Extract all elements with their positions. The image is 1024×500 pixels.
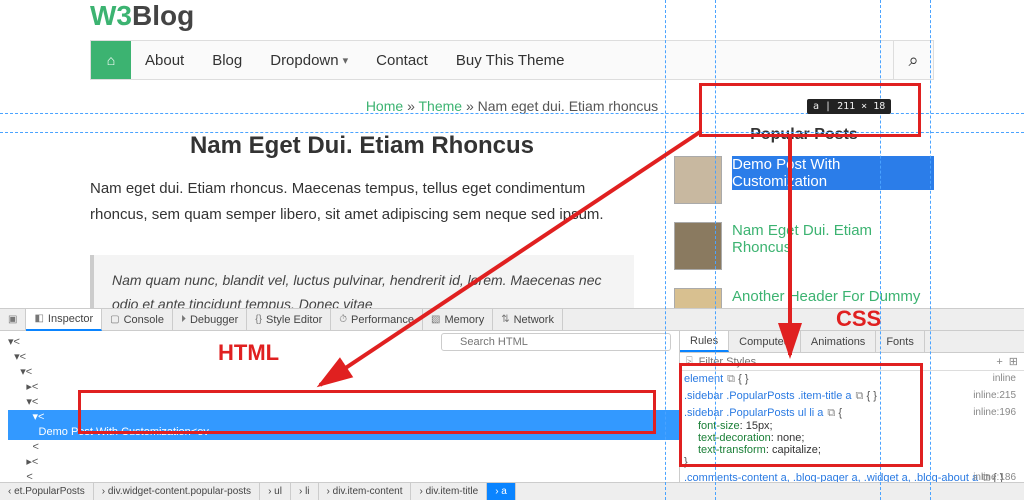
arrow	[280, 130, 710, 400]
breadcrumb-theme[interactable]: Theme	[419, 98, 463, 114]
crumb[interactable]: › div.widget-content.popular-posts	[94, 483, 260, 500]
crumb[interactable]: ‹ et.PopularPosts	[0, 483, 94, 500]
console-icon: ▢	[110, 314, 119, 325]
debugger-icon: ⏵	[181, 314, 186, 325]
logo: W3Blog	[90, 0, 934, 32]
nav-item-buy[interactable]: Buy This Theme	[442, 41, 579, 79]
nav-item-contact[interactable]: Contact	[362, 41, 442, 79]
annotation-label-css: CSS	[836, 306, 881, 332]
crumb[interactable]: › div.item-content	[319, 483, 412, 500]
add-rule-icon[interactable]: +	[996, 356, 1002, 368]
breadcrumb-home[interactable]: Home	[366, 98, 403, 114]
home-icon: ⌂	[107, 52, 115, 68]
devtools-tab-inspector[interactable]: ◧Inspector	[26, 309, 102, 331]
crumb[interactable]: › li	[291, 483, 319, 500]
crumb[interactable]: › a	[487, 483, 516, 500]
inspector-icon: ◧	[34, 313, 43, 324]
annotation-box-popular	[699, 83, 921, 137]
devtools-tab-console[interactable]: ▢Console	[102, 309, 173, 331]
toggle-icon[interactable]: ⊞	[1009, 355, 1018, 368]
arrow	[770, 135, 810, 365]
annotation-label-html: HTML	[218, 340, 279, 366]
navbar: ⌂ About Blog Dropdown Contact Buy This T…	[90, 40, 934, 80]
nav-item-about[interactable]: About	[131, 41, 198, 79]
devtools-breadcrumbs[interactable]: ‹ et.PopularPosts› div.widget-content.po…	[0, 482, 1024, 500]
nav-search-button[interactable]: ⌕	[893, 41, 933, 79]
nav-item-dropdown[interactable]: Dropdown	[256, 41, 362, 79]
popular-post-link[interactable]: Demo Post With Customization	[732, 156, 934, 190]
annotation-box-css	[679, 363, 923, 467]
crumb[interactable]: › ul	[260, 483, 291, 500]
css-tab-fonts[interactable]: Fonts	[876, 331, 925, 352]
nav-home-button[interactable]: ⌂	[91, 41, 131, 79]
nav-item-blog[interactable]: Blog	[198, 41, 256, 79]
picker-icon: ▣	[8, 314, 17, 325]
devtools-tab-debugger[interactable]: ⏵Debugger	[173, 309, 247, 331]
css-tab-animations[interactable]: Animations	[801, 331, 876, 352]
devtools-picker[interactable]: ▣	[0, 309, 26, 331]
style-icon: {}	[255, 314, 262, 325]
popular-post-link[interactable]: Nam Eget Dui. Etiam Rhoncus	[732, 222, 934, 256]
breadcrumb-current: Nam eget dui. Etiam rhoncus	[478, 98, 659, 114]
crumb[interactable]: › div.item-title	[411, 483, 487, 500]
search-icon: ⌕	[908, 50, 918, 71]
